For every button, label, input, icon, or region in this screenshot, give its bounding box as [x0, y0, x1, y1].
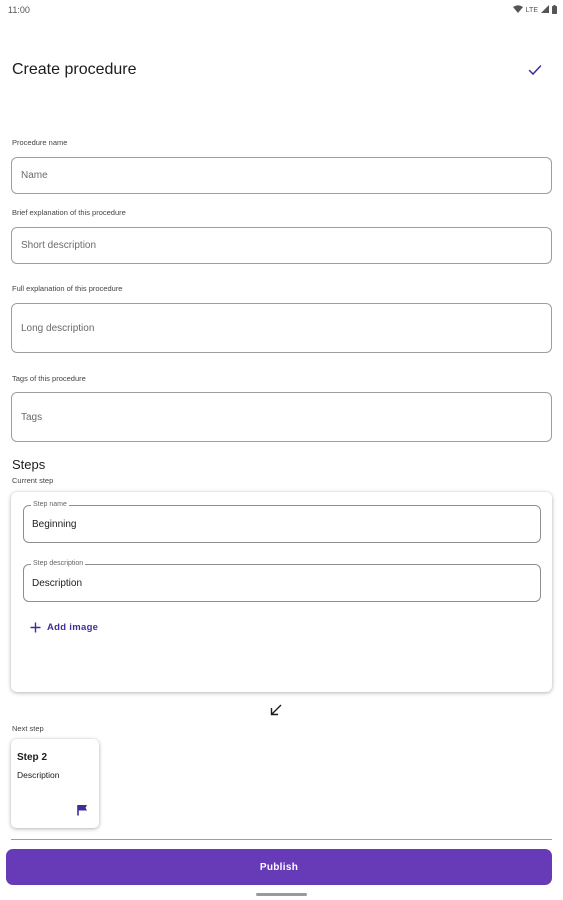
page-title: Create procedure: [12, 61, 137, 78]
confirm-button[interactable]: [519, 54, 551, 86]
status-time: 11:00: [8, 5, 30, 15]
long-description-placeholder: Long description: [21, 322, 95, 334]
procedure-name-field[interactable]: Name: [11, 157, 552, 194]
step-name-value: Beginning: [32, 518, 77, 530]
divider: [11, 839, 552, 840]
signal-icon: [541, 5, 549, 15]
app-bar: Create procedure: [0, 50, 563, 90]
current-step-card: Step name Beginning Step description Des…: [11, 492, 552, 692]
publish-button[interactable]: Publish: [6, 849, 552, 885]
step-name-label: Step name: [31, 500, 69, 510]
next-step-description: Description: [17, 770, 60, 780]
next-step-title: Step 2: [17, 752, 48, 763]
next-step-card[interactable]: Step 2 Description: [11, 739, 99, 828]
tags-placeholder: Tags: [21, 411, 43, 423]
steps-title: Steps: [12, 457, 46, 472]
step-description-field[interactable]: Step description Description: [23, 559, 541, 602]
short-description-field[interactable]: Short description: [11, 227, 552, 264]
short-description-placeholder: Short description: [21, 240, 97, 251]
arrow-down-left-icon[interactable]: [269, 703, 283, 722]
procedure-name-label: Procedure name: [12, 138, 68, 147]
tags-label: Tags of this procedure: [12, 374, 86, 383]
long-description-field[interactable]: Long description: [11, 303, 552, 353]
add-image-label: Add image: [47, 622, 99, 633]
status-bar: 11:00 LTE: [0, 0, 563, 20]
network-type: LTE: [525, 6, 538, 14]
battery-icon: [552, 4, 557, 16]
step-name-field[interactable]: Step name Beginning: [23, 500, 541, 543]
current-step-label: Current step: [12, 476, 54, 485]
tags-field[interactable]: Tags: [11, 392, 552, 442]
next-step-label: Next step: [12, 724, 44, 733]
check-icon: [528, 65, 542, 76]
plus-icon: [30, 622, 41, 633]
procedure-name-placeholder: Name: [21, 170, 48, 181]
navigation-gesture-bar[interactable]: [256, 893, 307, 896]
publish-label: Publish: [259, 861, 299, 873]
add-image-button[interactable]: Add image: [30, 622, 98, 633]
status-icons: LTE: [512, 4, 557, 16]
wifi-icon: [512, 5, 523, 15]
step-description-value: Description: [32, 577, 83, 589]
long-description-label: Full explanation of this procedure: [12, 284, 123, 293]
short-description-label: Brief explanation of this procedure: [12, 208, 126, 217]
step-description-label: Step description: [31, 559, 86, 569]
flag-icon: [77, 803, 88, 821]
